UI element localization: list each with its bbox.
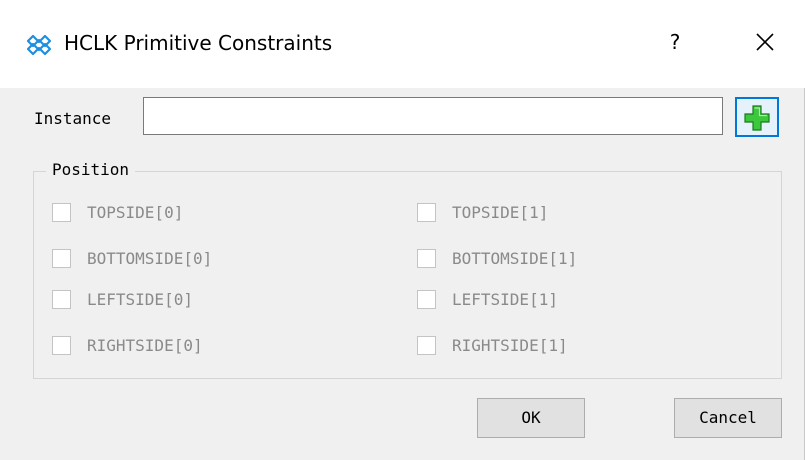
checkbox-leftside-0[interactable]: LEFTSIDE[0] [52, 290, 193, 309]
window-title: HCLK Primitive Constraints [64, 31, 333, 55]
checkbox-box[interactable] [417, 249, 436, 268]
close-button[interactable] [748, 25, 782, 59]
add-instance-button[interactable] [735, 97, 779, 137]
green-plus-icon [744, 105, 770, 131]
checkbox-box[interactable] [52, 203, 71, 222]
checkbox-leftside-1[interactable]: LEFTSIDE[1] [417, 290, 558, 309]
close-icon [756, 33, 774, 51]
checkbox-label: BOTTOMSIDE[0] [87, 249, 213, 268]
checkbox-label: LEFTSIDE[0] [87, 290, 193, 309]
checkbox-topside-1[interactable]: TOPSIDE[1] [417, 203, 548, 222]
instance-label: Instance [34, 109, 112, 128]
checkbox-rightside-1[interactable]: RIGHTSIDE[1] [417, 336, 568, 355]
checkbox-rightside-0[interactable]: RIGHTSIDE[0] [52, 336, 203, 355]
checkbox-bottomside-0[interactable]: BOTTOMSIDE[0] [52, 249, 212, 268]
instance-input[interactable] [143, 97, 723, 135]
checkbox-label: RIGHTSIDE[1] [452, 336, 568, 355]
checkbox-bottomside-1[interactable]: BOTTOMSIDE[1] [417, 249, 577, 268]
checkbox-label: BOTTOMSIDE[1] [452, 249, 578, 268]
checkbox-box[interactable] [52, 249, 71, 268]
help-button[interactable]: ? [663, 25, 687, 59]
ok-button[interactable]: OK [477, 398, 585, 438]
cancel-button[interactable]: Cancel [674, 398, 782, 438]
checkbox-box[interactable] [417, 203, 436, 222]
checkbox-label: LEFTSIDE[1] [452, 290, 558, 309]
checkbox-box[interactable] [417, 336, 436, 355]
checkbox-box[interactable] [417, 290, 436, 309]
checkbox-label: TOPSIDE[0] [87, 203, 184, 222]
gowin-logo-icon [26, 34, 52, 56]
checkbox-label: RIGHTSIDE[0] [87, 336, 203, 355]
checkbox-box[interactable] [52, 336, 71, 355]
checkbox-label: TOPSIDE[1] [452, 203, 549, 222]
title-bar: HCLK Primitive Constraints ? [0, 0, 805, 88]
checkbox-box[interactable] [52, 290, 71, 309]
position-group-title: Position [46, 160, 136, 179]
hclk-constraints-dialog: HCLK Primitive Constraints ? Instance Po… [0, 0, 805, 460]
checkbox-topside-0[interactable]: TOPSIDE[0] [52, 203, 183, 222]
